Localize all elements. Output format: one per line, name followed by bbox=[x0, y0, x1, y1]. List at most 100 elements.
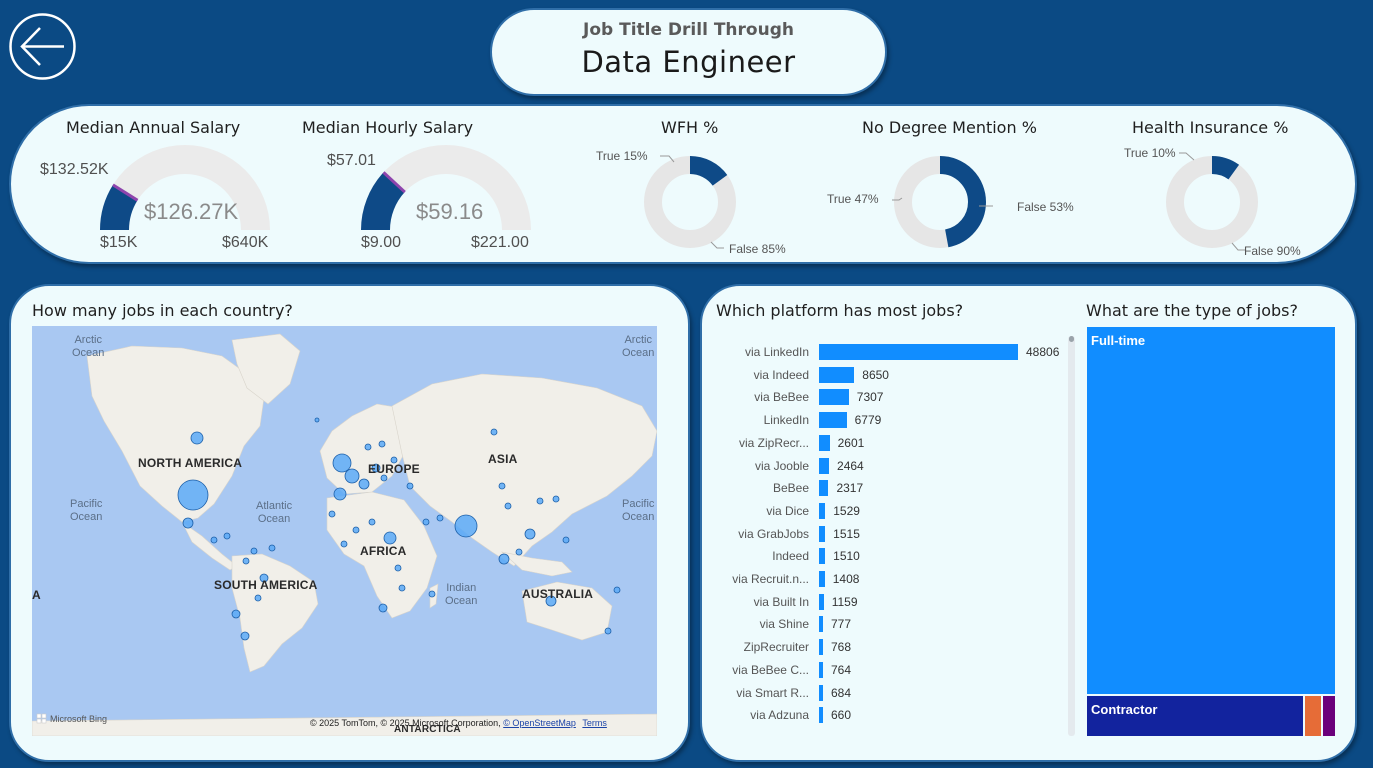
map-label-arctic-ocean-left: Arctic Ocean bbox=[72, 334, 105, 359]
platform-bar-row[interactable]: via Shine 777 bbox=[714, 614, 1074, 634]
country-bubble bbox=[378, 440, 386, 448]
platform-bar[interactable] bbox=[819, 389, 849, 406]
platform-bar[interactable] bbox=[819, 593, 824, 610]
country-bubble bbox=[454, 514, 478, 538]
terms-link[interactable]: Terms bbox=[582, 718, 607, 728]
platform-bar[interactable] bbox=[819, 616, 823, 633]
platform-bar-label: LinkedIn bbox=[763, 413, 809, 428]
platform-bar-label: via GrabJobs bbox=[738, 526, 809, 541]
country-bubble bbox=[190, 431, 204, 445]
wfh-title: WFH % bbox=[661, 118, 719, 137]
health-insurance-donut[interactable] bbox=[1116, 144, 1316, 254]
treemap-part-time[interactable] bbox=[1305, 696, 1321, 736]
map-attribution: © 2025 TomTom, © 2025 Microsoft Corporat… bbox=[310, 718, 607, 728]
platform-bar-row[interactable]: BeBee 2317 bbox=[714, 478, 1074, 498]
map-attribution-text: © 2025 TomTom, © 2025 Microsoft Corporat… bbox=[310, 718, 501, 728]
platform-bar-value: 8650 bbox=[862, 367, 889, 382]
platform-bar-label: BeBee bbox=[772, 481, 809, 496]
platform-bar[interactable] bbox=[819, 366, 855, 383]
platform-bar-value: 764 bbox=[831, 662, 852, 677]
platform-scrollbar-thumb[interactable] bbox=[1069, 336, 1074, 342]
platform-bar-label: ZipRecruiter bbox=[743, 640, 809, 655]
platform-bar[interactable] bbox=[819, 457, 830, 474]
hourly-min-label: $9.00 bbox=[361, 234, 402, 251]
country-bubble bbox=[364, 443, 372, 451]
platform-bar-row[interactable]: via GrabJobs 1515 bbox=[714, 524, 1074, 544]
openstreetmap-link[interactable]: © OpenStreetMap bbox=[503, 718, 576, 728]
platform-bar-row[interactable]: via Smart R... 684 bbox=[714, 683, 1074, 703]
platform-bar-row[interactable]: Indeed 1510 bbox=[714, 546, 1074, 566]
platform-bar-value: 777 bbox=[831, 617, 852, 632]
back-arrow-icon[interactable] bbox=[8, 12, 77, 81]
platform-bar[interactable] bbox=[819, 502, 826, 519]
map-label-a-edge: A bbox=[32, 588, 41, 602]
platform-bar-value: 1510 bbox=[833, 549, 860, 564]
platform-bar[interactable] bbox=[819, 525, 826, 542]
treemap-contractor[interactable]: Contractor bbox=[1087, 696, 1303, 736]
country-bubble bbox=[340, 540, 348, 548]
platform-bar[interactable] bbox=[819, 434, 830, 451]
country-bubble bbox=[428, 590, 436, 598]
platform-bar-value: 1408 bbox=[832, 572, 860, 586]
country-bubble bbox=[604, 627, 612, 635]
platform-bar-value: 684 bbox=[831, 685, 852, 700]
map-label-atlantic-ocean: Atlantic Ocean bbox=[256, 500, 293, 525]
map-label-pacific-ocean-right: Pacific Ocean bbox=[622, 498, 655, 523]
platform-bar-row[interactable]: via Indeed 8650 bbox=[714, 365, 1074, 385]
platform-bar-row[interactable]: via Recruit.n... 1408 bbox=[714, 569, 1074, 589]
platform-bar[interactable] bbox=[819, 571, 825, 587]
platform-bar[interactable] bbox=[819, 412, 847, 429]
platform-bar[interactable] bbox=[819, 684, 823, 701]
platform-bar-row[interactable]: via BeBee C... 764 bbox=[714, 660, 1074, 680]
country-bubble bbox=[223, 532, 231, 540]
platform-bar-row[interactable]: via Adzuna 660 bbox=[714, 705, 1074, 725]
country-bubble bbox=[332, 453, 352, 473]
treemap-other[interactable] bbox=[1323, 696, 1335, 736]
annual-target-label: $132.52K bbox=[40, 161, 109, 178]
platform-bar-row[interactable]: via Built In 1159 bbox=[714, 592, 1074, 612]
country-bubble bbox=[268, 544, 276, 552]
title-card: Job Title Drill Through Data Engineer bbox=[490, 8, 887, 96]
map-label-asia: ASIA bbox=[488, 452, 518, 466]
no-degree-true-label: True 47% bbox=[827, 192, 879, 206]
platform-bar-value: 7307 bbox=[856, 390, 884, 405]
platform-bar[interactable] bbox=[819, 548, 826, 565]
platform-bar-value: 48806 bbox=[1026, 345, 1060, 359]
country-bubble bbox=[422, 518, 430, 526]
platform-bar[interactable] bbox=[819, 707, 823, 724]
platform-bar-label: via ZipRecr... bbox=[738, 435, 809, 450]
treemap-full-time[interactable]: Full-time bbox=[1087, 327, 1335, 694]
platform-bar[interactable] bbox=[819, 661, 823, 678]
platform-bar-row[interactable]: ZipRecruiter 768 bbox=[714, 637, 1074, 657]
country-bubble bbox=[314, 417, 320, 423]
platform-bar-row[interactable]: via ZipRecr... 2601 bbox=[714, 433, 1074, 453]
health-false-label: False 90% bbox=[1244, 244, 1301, 258]
platform-scrollbar[interactable] bbox=[1068, 336, 1075, 736]
platform-bar-chart[interactable]: via LinkedIn 48806 via Indeed 8650 via BeBee… bbox=[702, 286, 1082, 764]
platform-bar-label: via Dice bbox=[766, 503, 809, 518]
platform-bar[interactable] bbox=[819, 344, 1018, 360]
platform-bar[interactable] bbox=[819, 480, 829, 497]
job-type-treemap[interactable]: Full-time Contractor bbox=[1086, 326, 1336, 738]
wfh-false-label: False 85% bbox=[729, 242, 786, 256]
country-bubble bbox=[524, 528, 536, 540]
platform-bar-label: Indeed bbox=[772, 549, 809, 564]
annual-min-label: $15K bbox=[100, 234, 138, 251]
platform-bar[interactable] bbox=[819, 639, 823, 656]
world-map[interactable]: Arctic Ocean Arctic Ocean Pacific Ocean Atl… bbox=[32, 326, 657, 736]
country-bubble bbox=[498, 482, 506, 490]
country-bubble bbox=[240, 631, 250, 641]
platform-bar-row[interactable]: via Jooble 2464 bbox=[714, 456, 1074, 476]
platform-bar-row[interactable]: LinkedIn 6779 bbox=[714, 410, 1074, 430]
platform-bar-value: 1529 bbox=[833, 503, 860, 518]
annual-salary-title: Median Annual Salary bbox=[66, 118, 241, 137]
platform-bar-row[interactable]: via BeBee 7307 bbox=[714, 387, 1074, 407]
platform-bar-row[interactable]: via Dice 1529 bbox=[714, 501, 1074, 521]
country-bubble bbox=[490, 428, 498, 436]
platform-bar-value: 1159 bbox=[831, 594, 858, 609]
country-bubble bbox=[398, 584, 406, 592]
platform-bar-row[interactable]: via LinkedIn 48806 bbox=[714, 342, 1074, 362]
country-bubble bbox=[358, 478, 370, 490]
platform-bar-label: via Built In bbox=[753, 594, 809, 609]
country-bubble bbox=[242, 557, 250, 565]
